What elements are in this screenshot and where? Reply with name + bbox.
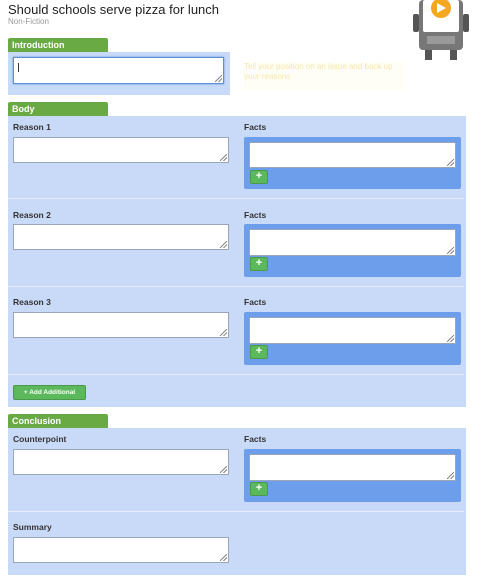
- introduction-tab: Introduction: [8, 38, 108, 52]
- reason-1-facts-input[interactable]: [249, 142, 456, 168]
- genre-label: Non-Fiction: [8, 17, 49, 26]
- reason-1-add-fact-button[interactable]: +: [250, 170, 268, 184]
- reason-3-add-fact-button[interactable]: +: [250, 345, 268, 359]
- robot-mascot-icon[interactable]: [405, 0, 477, 60]
- reason-3-facts-label: Facts: [244, 297, 267, 307]
- counterpoint-label: Counterpoint: [13, 434, 67, 444]
- reason-3-facts-input[interactable]: [249, 317, 456, 344]
- conclusion-facts-input[interactable]: [249, 454, 456, 481]
- introduction-input[interactable]: [13, 57, 224, 84]
- reason-2-facts-label: Facts: [244, 210, 267, 220]
- reason-3-input[interactable]: [13, 312, 229, 338]
- conclusion-tab: Conclusion: [8, 414, 108, 428]
- reason-1-label: Reason 1: [13, 122, 51, 132]
- divider: [8, 286, 464, 287]
- divider: [8, 374, 464, 375]
- add-additional-button[interactable]: + Add Additional: [13, 385, 86, 400]
- page-title: Should schools serve pizza for lunch: [8, 2, 220, 17]
- reason-2-input[interactable]: [13, 224, 229, 250]
- divider: [8, 198, 464, 199]
- counterpoint-input[interactable]: [13, 449, 229, 475]
- conclusion-facts-label: Facts: [244, 434, 267, 444]
- body-tab: Body: [8, 102, 108, 116]
- reason-2-add-fact-button[interactable]: +: [250, 257, 268, 271]
- reason-1-facts-label: Facts: [244, 122, 267, 132]
- reason-1-input[interactable]: [13, 137, 229, 163]
- reason-2-label: Reason 2: [13, 210, 51, 220]
- conclusion-add-fact-button[interactable]: +: [250, 482, 268, 496]
- summary-input[interactable]: [13, 537, 229, 563]
- reason-2-facts-input[interactable]: [249, 229, 456, 256]
- hint-text: Tell your position on an issue and back …: [244, 62, 404, 90]
- reason-3-label: Reason 3: [13, 297, 51, 307]
- divider: [8, 511, 464, 512]
- summary-label: Summary: [13, 522, 52, 532]
